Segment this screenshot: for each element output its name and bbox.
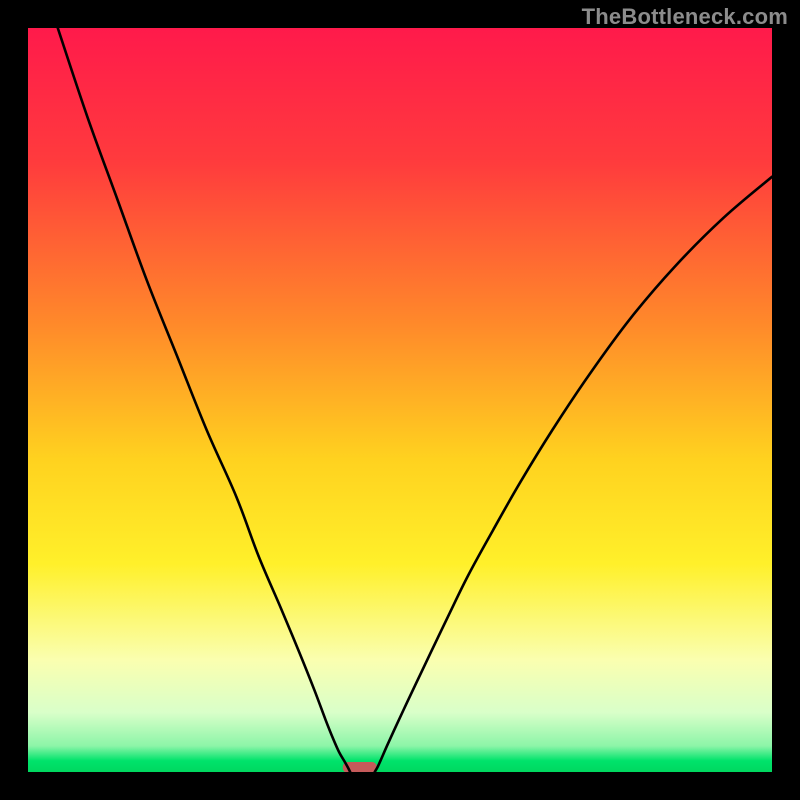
chart-plot-area <box>28 28 772 772</box>
chart-outer-frame: TheBottleneck.com <box>0 0 800 800</box>
chart-background-gradient <box>28 28 772 772</box>
chart-svg <box>28 28 772 772</box>
watermark-text: TheBottleneck.com <box>582 4 788 30</box>
